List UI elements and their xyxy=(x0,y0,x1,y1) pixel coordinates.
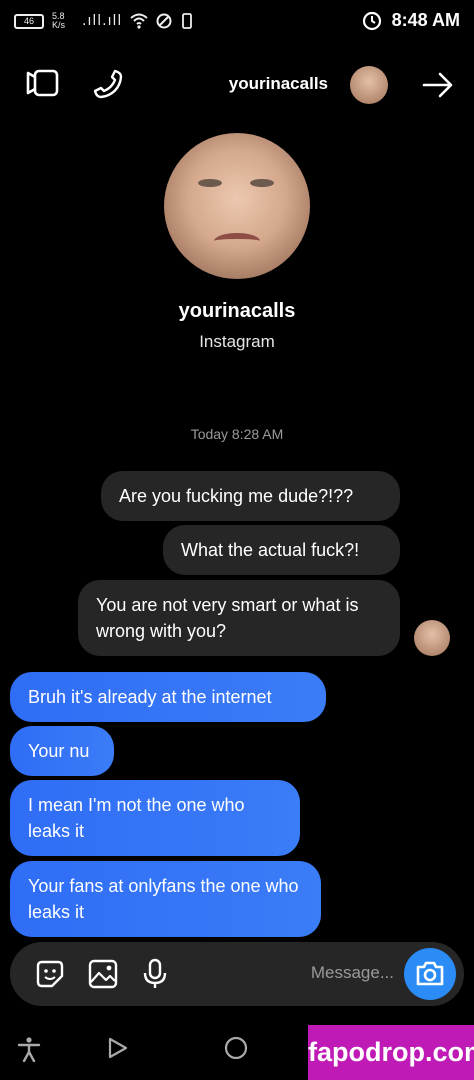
incoming-message[interactable]: You are not very smart or what is wrong … xyxy=(78,580,400,656)
sender-avatar[interactable] xyxy=(414,620,450,656)
sticker-icon[interactable] xyxy=(34,958,66,990)
watermark: fapodrop.com xyxy=(308,1025,474,1080)
microphone-icon[interactable] xyxy=(142,958,168,990)
camera-button[interactable] xyxy=(404,948,456,1000)
outgoing-message[interactable]: I mean I'm not the one who leaks it xyxy=(10,780,300,856)
thread-timestamp: Today 8:28 AM xyxy=(190,426,284,442)
signal-icon: .ıll.ıll xyxy=(82,13,123,29)
phone-call-icon[interactable] xyxy=(92,68,124,100)
chat-header: yourinacalls xyxy=(0,56,474,116)
status-right: 8:48 AM xyxy=(362,10,460,31)
camera-icon xyxy=(416,961,444,986)
header-avatar[interactable] xyxy=(350,66,388,104)
message-input[interactable]: Message... xyxy=(311,963,394,983)
profile-photo[interactable] xyxy=(164,133,310,279)
gallery-icon[interactable] xyxy=(87,958,119,990)
outgoing-message[interactable]: Your fans at onlyfans the one who leaks … xyxy=(10,861,321,937)
profile-eye-left xyxy=(198,179,222,187)
outgoing-message[interactable]: Bruh it's already at the internet xyxy=(10,672,326,722)
outgoing-message[interactable]: Your nu xyxy=(10,726,114,776)
wifi-icon xyxy=(130,13,148,29)
profile-subtitle: Instagram xyxy=(199,332,275,351)
profile-name: yourinacalls xyxy=(178,300,296,322)
home-nav-icon[interactable] xyxy=(224,1036,248,1060)
back-arrow-icon[interactable] xyxy=(422,72,454,98)
message-composer[interactable]: Message... xyxy=(10,942,464,1006)
incoming-message[interactable]: Are you fucking me dude?!?? xyxy=(101,471,400,521)
video-call-icon[interactable] xyxy=(26,68,60,98)
alarm-icon xyxy=(362,11,381,30)
battery-icon: 46 xyxy=(14,13,44,29)
header-username[interactable]: yourinacalls xyxy=(229,74,328,94)
clock: 8:48 AM xyxy=(391,10,460,30)
status-left: 46 5.8 K/s .ıll.ıll xyxy=(14,12,194,30)
incoming-message[interactable]: What the actual fuck?! xyxy=(163,525,400,575)
vibrate-icon xyxy=(182,13,193,29)
profile-eye-right xyxy=(250,179,274,187)
dnd-icon xyxy=(156,13,172,29)
profile-mouth xyxy=(214,233,260,249)
back-nav-icon[interactable] xyxy=(106,1036,130,1060)
network-speed: 5.8 K/s xyxy=(52,11,66,30)
status-bar: 46 5.8 K/s .ıll.ıll 8:48 AM xyxy=(0,0,474,46)
accessibility-icon[interactable] xyxy=(16,1036,42,1062)
